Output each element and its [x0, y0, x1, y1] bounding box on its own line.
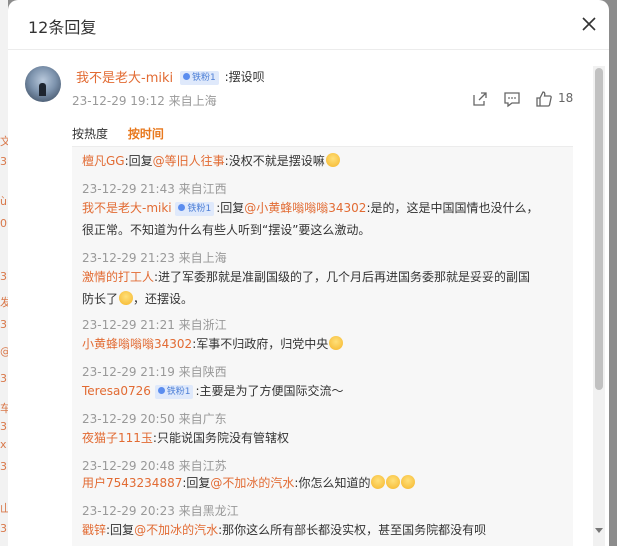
reply-author[interactable]: 夜猫子111玉 — [82, 431, 153, 445]
comment-text: :摆设呗 — [224, 70, 265, 84]
list-item: 檀凡GG:回复@等旧人往事:没权不就是摆设嘛 — [82, 150, 562, 172]
reply-meta: 23-12-29 21:21 来自浙江 — [82, 318, 227, 332]
dialog-header: 12条回复 — [8, 0, 609, 50]
bg-glyph: 3 — [0, 318, 7, 331]
bg-glyph: x — [0, 438, 7, 451]
emoji-icon — [386, 475, 401, 489]
like-icon[interactable] — [535, 90, 553, 108]
emoji-icon — [119, 291, 134, 305]
reply-meta: 23-12-29 20:50 来自广东 — [82, 412, 227, 426]
list-item: 我不是老大-miki 铁粉1:回复@小黄蜂嗡嗡嗡34302:是的，这是中国国情也… — [82, 201, 539, 237]
scrollbar[interactable] — [593, 66, 605, 546]
mention-link[interactable]: @不加冰的汽水 — [210, 476, 294, 490]
share-icon[interactable] — [471, 90, 489, 108]
bg-glyph: ù — [0, 195, 7, 208]
sort-by-time[interactable]: 按时间 — [128, 127, 164, 141]
close-icon[interactable] — [578, 13, 600, 35]
dialog-body: 我不是老大-miki 铁粉1 :摆设呗 23-12-29 19:12 来自上海 … — [8, 51, 609, 546]
background-page-edge: 文 3 ù 0 3 发 3 @ 3 车 3 x 3 山 3 — [0, 0, 11, 546]
bg-glyph: 3 — [0, 460, 7, 473]
fan-badge-label: 铁粉1 — [192, 73, 216, 83]
reply-meta: 23-12-29 20:23 来自黑龙江 — [82, 504, 239, 518]
bg-glyph: 3 — [0, 420, 7, 433]
reply-author[interactable]: Teresa0726 — [82, 384, 151, 398]
emoji-icon — [329, 336, 344, 350]
scrollbar-thumb[interactable] — [595, 68, 603, 390]
mention-link[interactable]: @不加冰的汽水 — [134, 523, 218, 537]
comment-meta: 23-12-29 19:12 来自上海 — [72, 94, 217, 108]
sort-by-hot[interactable]: 按热度 — [72, 127, 108, 141]
list-item: 夜猫子111玉:只能说国务院没有管辖权 — [82, 431, 289, 445]
fan-badge: 铁粉1 — [154, 385, 194, 399]
reply-list: 檀凡GG:回复@等旧人往事:没权不就是摆设嘛 23-12-29 21:43 来自… — [72, 146, 573, 546]
bg-glyph: 3 — [0, 522, 7, 535]
avatar[interactable] — [25, 66, 61, 102]
mention-link[interactable]: @等旧人往事 — [153, 154, 225, 168]
reply-author[interactable]: 檀凡GG — [82, 154, 125, 168]
mention-link[interactable]: @小黄蜂嗡嗡嗡34302 — [244, 201, 366, 215]
list-item: 戳锌:回复@不加冰的汽水:那你这么所有部长都没实权，甚至国务院都没有呗 — [82, 523, 487, 537]
fan-badge: 铁粉1 — [180, 71, 219, 85]
reply-author[interactable]: 小黄蜂嗡嗡嗡34302 — [82, 337, 192, 351]
list-item: 小黄蜂嗡嗡嗡34302:军事不归政府，归党中央 — [82, 333, 562, 355]
list-item: 用户7543234887:回复@不加冰的汽水:你怎么知道的 — [82, 472, 562, 494]
author-name[interactable]: 我不是老大-miki — [76, 71, 173, 86]
dialog-title: 12条回复 — [28, 18, 97, 37]
fan-badge: 铁粉1 — [175, 202, 215, 216]
emoji-icon — [401, 475, 416, 489]
list-item: 激情的打工人:进了军委那就是准副国级的了，几个月后再进国务委那就是妥妥的副国 防… — [82, 270, 531, 306]
emoji-icon — [325, 153, 340, 167]
replies-dialog: 12条回复 我不是老大-miki 铁粉1 :摆设呗 23-12-29 19:12… — [8, 0, 609, 546]
bg-glyph: 0 — [0, 217, 7, 230]
reply-meta: 23-12-29 21:43 来自江西 — [82, 182, 227, 196]
like-count: 18 — [558, 91, 574, 105]
list-item: Teresa0726 铁粉1:主要是为了方便国际交流～ — [82, 384, 344, 399]
comment-author[interactable]: 我不是老大-miki — [76, 67, 173, 86]
comment-icon[interactable] — [503, 90, 521, 108]
bg-glyph: 3 — [0, 372, 7, 385]
emoji-icon — [371, 475, 386, 489]
reply-author[interactable]: 用户7543234887 — [82, 476, 182, 490]
scroll-down-arrow-icon[interactable] — [595, 528, 603, 533]
reply-author[interactable]: 戳锌 — [82, 523, 106, 537]
bg-glyph: 3 — [0, 270, 7, 283]
bg-glyph: 3 — [0, 155, 7, 168]
reply-meta: 23-12-29 21:19 来自陕西 — [82, 365, 227, 379]
reply-author[interactable]: 我不是老大-miki — [82, 201, 172, 215]
reply-author[interactable]: 激情的打工人 — [82, 270, 154, 284]
reply-meta: 23-12-29 21:23 来自上海 — [82, 251, 227, 265]
author-badge-wrap: 铁粉1 :摆设呗 — [180, 68, 265, 85]
sort-bar: 按热度 按时间 — [72, 125, 164, 142]
